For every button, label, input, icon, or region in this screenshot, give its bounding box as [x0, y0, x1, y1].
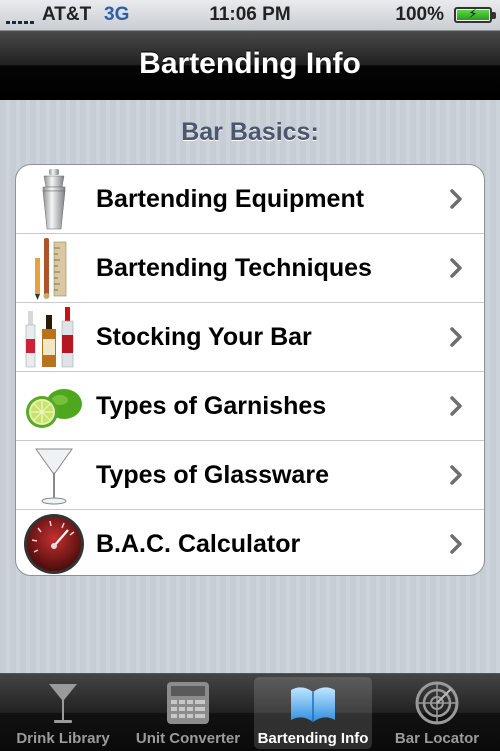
chevron-right-icon [450, 189, 462, 209]
bar-tools-icon [35, 238, 67, 300]
row-bartending-techniques[interactable]: Bartending Techniques [16, 234, 484, 303]
cocktail-shaker-icon [42, 169, 66, 230]
row-label: B.A.C. Calculator [96, 530, 301, 558]
tab-unit-converter[interactable]: Unit Converter [129, 677, 247, 749]
keypad-icon [167, 682, 209, 724]
row-label: Bartending Techniques [96, 254, 372, 282]
status-bar: AT&T 3G 11:06 PM 100% ⚡ [0, 0, 500, 31]
row-types-of-glassware[interactable]: Types of Glassware [16, 441, 484, 510]
row-label: Stocking Your Bar [96, 323, 312, 351]
battery-percentage: 100% [395, 4, 444, 25]
lime-icon [26, 389, 82, 428]
gauge-icon [24, 514, 84, 574]
content-area[interactable]: Bar Basics: Bartending Equipment Bartend… [0, 100, 500, 673]
tab-bartending-info[interactable]: Bartending Info [254, 677, 372, 749]
tab-bar: Drink Library Unit Converter Bartending … [0, 673, 500, 751]
row-stocking-your-bar[interactable]: Stocking Your Bar [16, 303, 484, 372]
martini-glass-icon [49, 684, 77, 723]
chevron-right-icon [450, 258, 462, 278]
navigation-bar: Bartending Info [0, 31, 500, 100]
row-label: Types of Garnishes [96, 392, 327, 420]
tab-label: Bar Locator [394, 730, 480, 747]
grouped-table: Bartending Equipment Bartending Techniqu… [15, 164, 485, 576]
page-title: Bartending Info [139, 47, 361, 80]
chevron-right-icon [450, 327, 462, 347]
row-label: Types of Glassware [96, 461, 329, 489]
chevron-right-icon [450, 534, 462, 554]
open-book-icon [291, 687, 335, 722]
chevron-right-icon [450, 465, 462, 485]
row-types-of-garnishes[interactable]: Types of Garnishes [16, 372, 484, 441]
liquor-bottles-icon [25, 307, 74, 368]
martini-glass-icon [35, 448, 73, 505]
battery-icon: ⚡ [454, 6, 496, 23]
chevron-right-icon [450, 396, 462, 416]
row-label: Bartending Equipment [96, 185, 365, 213]
radar-icon [415, 681, 459, 725]
tab-bar-locator[interactable]: Bar Locator [378, 677, 496, 749]
row-bac-calculator[interactable]: B.A.C. Calculator [16, 510, 484, 575]
section-header: Bar Basics: [181, 118, 319, 146]
tab-drink-library[interactable]: Drink Library [4, 677, 122, 749]
row-bartending-equipment[interactable]: Bartending Equipment [16, 165, 484, 234]
